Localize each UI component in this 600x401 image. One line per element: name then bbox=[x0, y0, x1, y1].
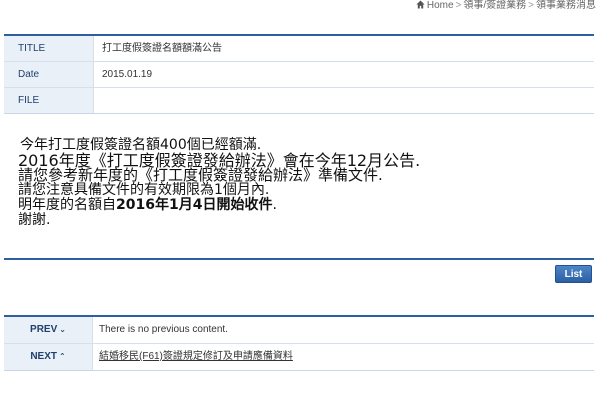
title-value: 打工度假簽證名額額滿公告 bbox=[102, 43, 222, 54]
content-line-6: 謝謝. bbox=[18, 212, 51, 228]
content-line-5-suffix: . bbox=[272, 197, 277, 213]
file-row: FILE bbox=[4, 88, 594, 113]
prev-next-table: PREV ⌄ There is no previous content. NEXT… bbox=[4, 315, 594, 371]
file-label: FILE bbox=[4, 88, 94, 113]
next-label-text: NEXT bbox=[30, 351, 57, 362]
prev-row: PREV ⌄ There is no previous content. bbox=[4, 317, 594, 344]
title-label: TITLE bbox=[4, 36, 94, 61]
breadcrumb-separator: > bbox=[455, 0, 462, 11]
next-value: 結婚移民(F61)簽證規定修訂及申請應備資料 bbox=[93, 344, 594, 370]
breadcrumb-separator: > bbox=[528, 0, 534, 11]
content-line-4: 請您注意具備文件的有效期限為1個月內. bbox=[18, 182, 270, 198]
chevron-up-icon: ⌃ bbox=[58, 352, 66, 361]
prev-label-text: PREV bbox=[30, 324, 58, 335]
breadcrumb-home-link[interactable]: Home bbox=[427, 0, 454, 11]
content-line-5: 明年度的名額自2016年1月4日開始收件. bbox=[18, 198, 588, 213]
prev-value: There is no previous content. bbox=[99, 324, 228, 335]
title-row: TITLE 打工度假簽證名額額滿公告 bbox=[4, 36, 594, 62]
content-divider bbox=[4, 258, 594, 260]
next-row: NEXT ⌃ 結婚移民(F61)簽證規定修訂及申請應備資料 bbox=[4, 344, 594, 370]
prev-label: PREV ⌄ bbox=[4, 317, 93, 343]
page: Home > 領事/簽證業務 > 領事業務消息 TITLE 打工度假簽證名額額滿公告 D… bbox=[0, 0, 600, 401]
article-content: 今年打工度假簽證名額400個已經額滿. 2016年度《打工度假簽證發給辦法》會在… bbox=[18, 138, 588, 228]
list-button[interactable]: List bbox=[555, 265, 592, 283]
breadcrumb-link-consular[interactable]: 領事/簽證業務 bbox=[463, 0, 526, 11]
next-article-link[interactable]: 結婚移民(F61)簽證規定修訂及申請應備資料 bbox=[99, 351, 293, 362]
file-value bbox=[94, 88, 594, 113]
content-line-5-prefix: 明年度的名額自 bbox=[18, 197, 116, 213]
content-line-3: 請您參考新年度的《打工度假簽證發給辦法》準備文件. bbox=[18, 166, 383, 184]
date-value: 2015.01.19 bbox=[102, 69, 153, 80]
date-row: Date 2015.01.19 bbox=[4, 62, 594, 88]
next-label: NEXT ⌃ bbox=[4, 344, 93, 370]
date-label: Date bbox=[4, 62, 94, 87]
content-line-5-date: 2016年1月4日開始收件 bbox=[116, 197, 273, 213]
info-table: TITLE 打工度假簽證名額額滿公告 Date 2015.01.19 FILE bbox=[4, 34, 594, 114]
home-icon bbox=[416, 0, 425, 9]
chevron-down-icon: ⌄ bbox=[59, 325, 66, 334]
breadcrumb-link-current[interactable]: 領事業務消息 bbox=[536, 0, 596, 11]
breadcrumb: Home > 領事/簽證業務 > 領事業務消息 bbox=[416, 0, 596, 13]
